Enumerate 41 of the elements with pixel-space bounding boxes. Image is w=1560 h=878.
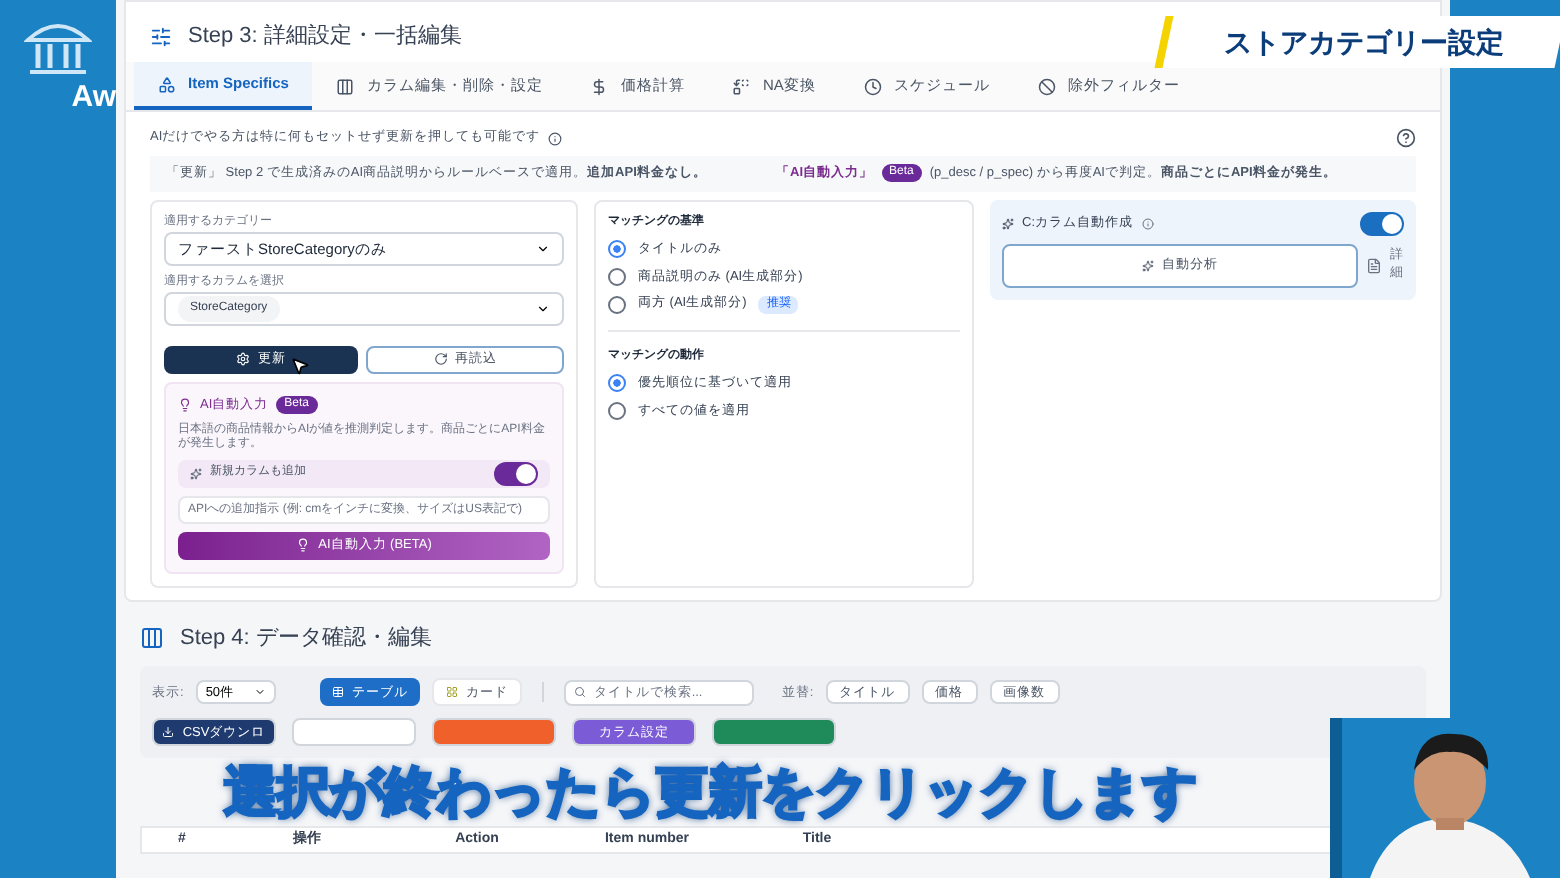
- help-icon[interactable]: [1396, 128, 1416, 148]
- info-icon: [1141, 217, 1153, 230]
- columns-icon: [336, 77, 355, 95]
- toggle-switch[interactable]: [1360, 211, 1404, 236]
- reload-icon: [433, 352, 447, 367]
- dropdown-icon: [253, 686, 266, 699]
- action-button[interactable]: [432, 718, 556, 747]
- cursor-icon: [290, 355, 310, 376]
- gear-icon: [236, 352, 250, 367]
- radio-button[interactable]: [608, 240, 626, 259]
- ban-icon: [1037, 77, 1056, 95]
- radio-button[interactable]: [608, 295, 626, 314]
- bulb-icon: [178, 398, 192, 413]
- table-icon: [331, 686, 344, 699]
- logo-text: Aw: [71, 78, 116, 118]
- columns-icon: [140, 626, 164, 651]
- dollar-icon: [590, 77, 609, 95]
- clock-icon: [863, 77, 882, 95]
- radio-button[interactable]: [608, 267, 626, 286]
- subtitle: 選択が終わったら更新をクリックします: [224, 762, 1198, 822]
- step-title: Step 3: 詳細設定・一括編集: [188, 21, 462, 52]
- radio-button[interactable]: [608, 374, 626, 393]
- banner-text: ストアカテゴリー設定: [1224, 23, 1504, 61]
- bulb-icon: [296, 538, 311, 553]
- dropdown-icon: [536, 301, 550, 316]
- download-icon: [162, 726, 175, 739]
- document-icon: [1366, 257, 1382, 274]
- dropdown-icon: [536, 241, 550, 256]
- replace-icon: [732, 77, 751, 95]
- shapes-icon: [158, 75, 176, 93]
- sparkle-icon: [1142, 259, 1154, 272]
- radio-button[interactable]: [608, 402, 626, 421]
- action-button[interactable]: [712, 718, 836, 747]
- grid-icon: [445, 686, 458, 699]
- toggle-switch[interactable]: [494, 461, 538, 486]
- info-icon: [548, 131, 563, 145]
- search-icon: [573, 686, 586, 699]
- sliders-icon: [150, 25, 172, 47]
- step-title: Step 4: データ確認・編集: [180, 623, 432, 654]
- sparkle-icon: [1002, 217, 1014, 230]
- sparkle-icon: [190, 467, 202, 480]
